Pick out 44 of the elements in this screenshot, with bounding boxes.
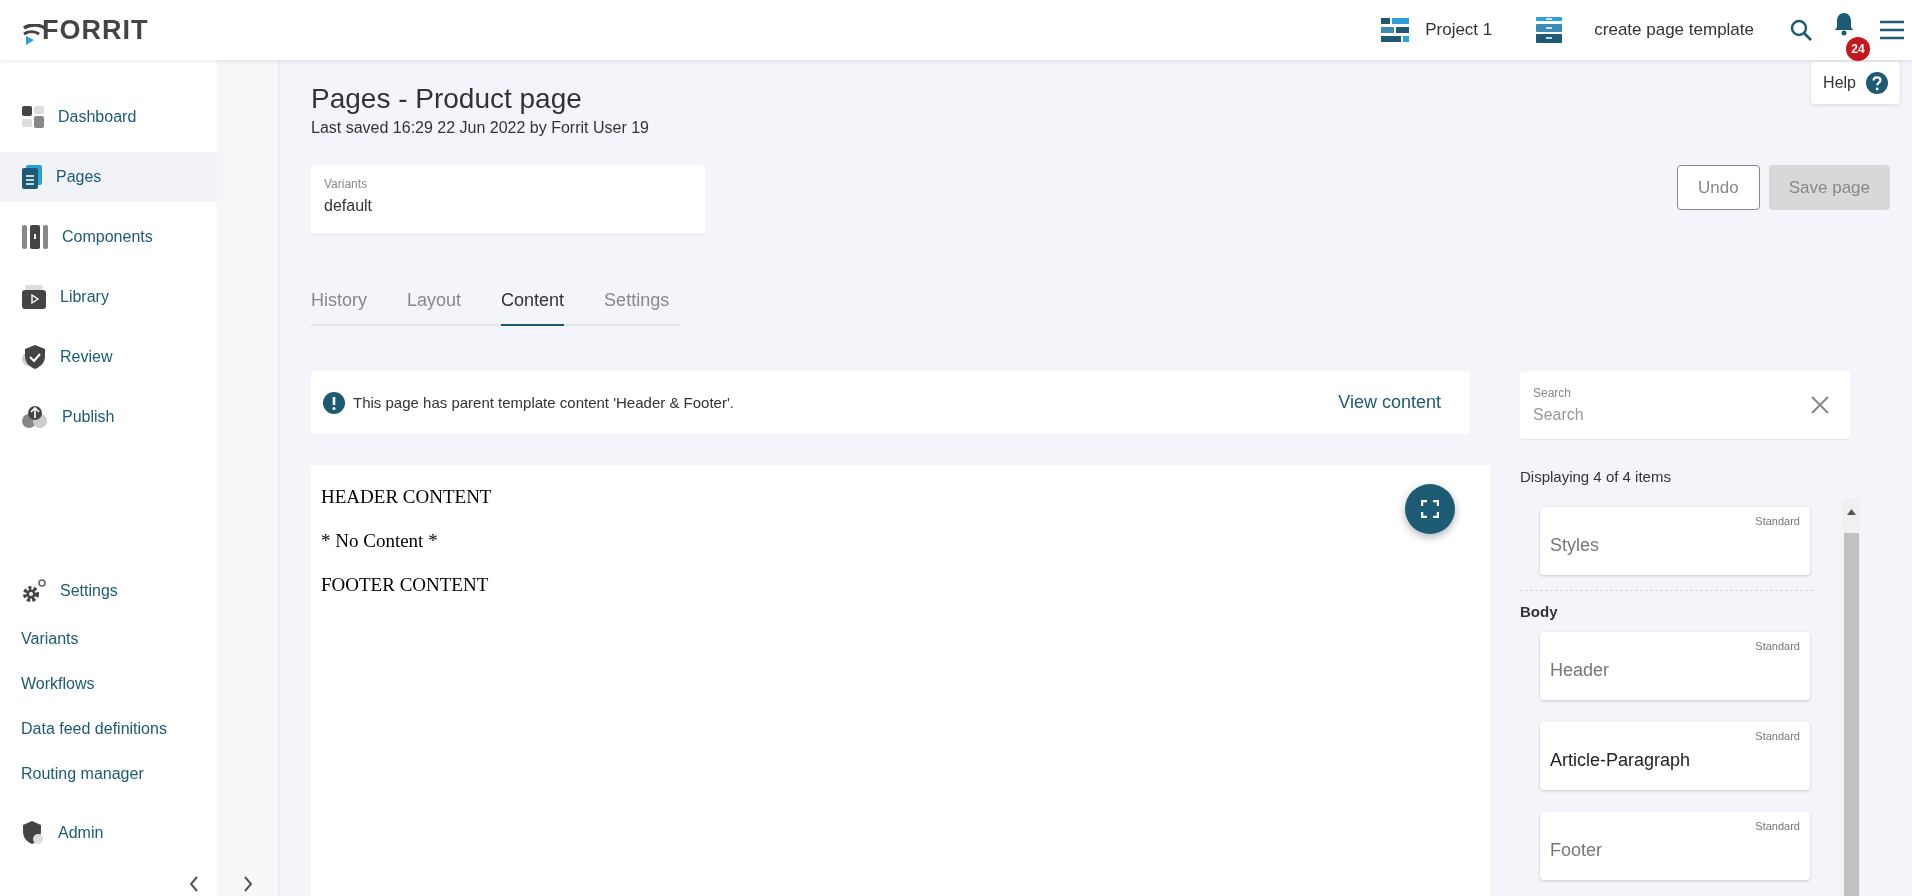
field-label: Variants — [324, 177, 369, 191]
undo-button[interactable]: Undo — [1677, 165, 1760, 210]
project-link[interactable]: Project 1 — [1381, 18, 1493, 42]
field-value: default — [324, 197, 374, 215]
nav-item[interactable]: Library — [0, 272, 217, 322]
settings-link[interactable]: Data feed definitions — [0, 706, 217, 751]
component-name: Article-Paragraph — [1550, 750, 1691, 770]
component-tag: Standard — [1755, 640, 1800, 652]
component-name: Styles — [1550, 535, 1600, 555]
component-card[interactable]: Styles Standard — [1540, 507, 1810, 575]
group-title: Body — [1520, 603, 1559, 620]
page-title: Pages - Product page — [311, 83, 582, 115]
view-content-link[interactable]: View content — [1338, 392, 1441, 413]
settings-link[interactable]: Routing manager — [0, 751, 217, 796]
nav-item[interactable]: Pages — [0, 152, 217, 202]
component-name: Header — [1550, 660, 1610, 680]
notification-count: 24 — [1846, 37, 1870, 61]
component-card[interactable]: Article-Paragraph Standard — [1540, 722, 1810, 790]
last-saved-text: Last saved 16:29 22 Jun 2022 by Forrit User 19 — [311, 119, 650, 137]
settings-link[interactable]: Variants — [0, 616, 217, 661]
component-tag: Standard — [1755, 730, 1800, 742]
settings-link[interactable]: Workflows — [0, 661, 217, 706]
field-label: Search — [1533, 386, 1573, 400]
component-card[interactable]: Footer Standard — [1540, 812, 1810, 880]
notice-text: This page has parent template content 'Header & Footer'. — [353, 394, 735, 411]
help-button[interactable]: Help — [1811, 62, 1900, 104]
nav-item[interactable]: Components — [0, 212, 217, 262]
component-tag: Standard — [1755, 515, 1800, 527]
task-link[interactable]: create page template — [1536, 17, 1754, 43]
tab[interactable]: Content — [501, 290, 565, 326]
nav-item[interactable]: Dashboard — [0, 92, 217, 142]
admin-nav-item[interactable]: Admin — [0, 808, 217, 858]
forrit-logo[interactable]: FORRIT — [22, 14, 149, 46]
nav-item[interactable]: Review — [0, 332, 217, 382]
component-tag: Standard — [1755, 820, 1800, 832]
item-count: Displaying 4 of 4 items — [1520, 468, 1672, 485]
nav-item[interactable]: Publish — [0, 392, 217, 442]
component-card[interactable]: Header Standard — [1540, 632, 1810, 700]
preview-text: * No Content * — [321, 530, 439, 552]
preview-text: HEADER CONTENT — [321, 486, 493, 508]
variants-select[interactable]: Variants default — [311, 165, 705, 235]
settings-nav-item[interactable]: Settings — [0, 566, 217, 616]
component-name: Footer — [1550, 840, 1603, 860]
preview-text: FOOTER CONTENT — [321, 574, 490, 596]
